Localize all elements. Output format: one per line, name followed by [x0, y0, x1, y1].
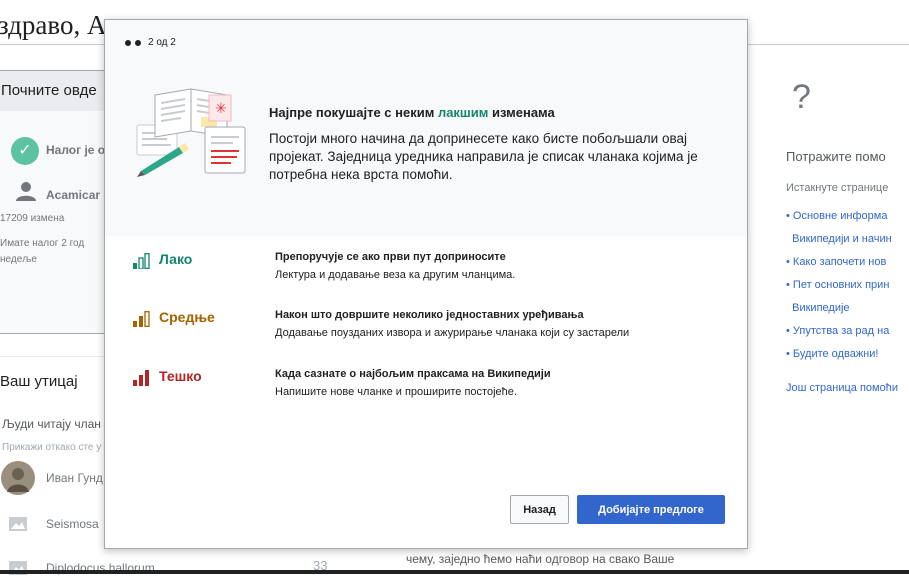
- step-dot: [125, 39, 131, 46]
- step-dot: [135, 39, 141, 46]
- dialog-heading: Најпре покушајте с неким лакшим изменама: [269, 105, 555, 120]
- help-question-icon: ?: [792, 78, 811, 116]
- step-text: 2 од 2: [148, 37, 176, 48]
- user-name[interactable]: Acamicar: [46, 188, 100, 202]
- help-link[interactable]: Википедије: [786, 297, 909, 320]
- help-link[interactable]: • Како започети нов: [786, 251, 909, 274]
- dialog-body: Постоји много начина да допринесете како…: [269, 131, 698, 182]
- mentor-text: чему, заједно ћемо наћи одговор на свако…: [406, 552, 675, 566]
- get-suggestions-button[interactable]: Добијајте предлоге: [577, 495, 725, 524]
- svg-text:✳: ✳: [215, 101, 227, 117]
- user-icon: [16, 182, 36, 201]
- difficulty-medium-icon: [133, 311, 150, 327]
- back-button[interactable]: Назад: [510, 495, 569, 524]
- show-since-text[interactable]: Прикажи откако сте у: [2, 442, 101, 453]
- list-item[interactable]: Diplodocus hallorum: [0, 556, 155, 580]
- difficulty-description: Лектура и додавање веза ка другим чланци…: [275, 269, 516, 281]
- help-link[interactable]: • Пет основних прин: [786, 274, 909, 297]
- difficulty-label: Лако: [159, 251, 193, 267]
- portrait-thumbnail: [0, 460, 36, 496]
- difficulty-description: Додавање поузданих извора и ажурирање чл…: [275, 327, 630, 339]
- article-name: Иван Гунд: [46, 471, 103, 485]
- bottom-bar: [0, 570, 909, 574]
- help-subtitle: Истакнуте страницe: [786, 182, 889, 194]
- difficulty-title: Када сазнате о најбољим праксама на Вики…: [275, 368, 551, 380]
- help-link[interactable]: • Основне информа: [786, 205, 909, 228]
- account-status: Налог је о: [46, 143, 106, 157]
- account-age: Имате налог 2 год недеље: [0, 238, 85, 265]
- help-link[interactable]: Википедији и начин: [786, 228, 909, 251]
- image-icon: [0, 506, 36, 542]
- image-icon: [0, 550, 36, 586]
- editing-illustration-icon: ✳: [136, 88, 246, 177]
- difficulty-hard-icon: [133, 370, 149, 386]
- help-links: • Основне информа Википедији и начин • К…: [786, 205, 909, 366]
- help-link[interactable]: • Будите одважни!: [786, 343, 909, 366]
- step-indicator: 2 од 2: [125, 37, 176, 48]
- readers-text: Људи читају члан: [2, 417, 101, 431]
- difficulty-description: Напишите нове чланке и проширите постоје…: [275, 386, 517, 398]
- help-link[interactable]: • Упутства за рад на: [786, 320, 909, 343]
- list-item[interactable]: Иван Гунд: [0, 461, 103, 495]
- difficulty-easy-icon: [133, 253, 150, 269]
- heading-accent: лакшим: [437, 105, 489, 120]
- help-title: Потражите помо: [786, 149, 886, 164]
- start-card-title: Почните овде: [0, 71, 121, 111]
- difficulty-title: Препоручује се ако први пут доприносите: [275, 251, 506, 263]
- check-icon: ✓: [11, 137, 39, 165]
- difficulty-label: Тешко: [159, 368, 202, 384]
- list-item[interactable]: Seismosa: [0, 512, 99, 536]
- greeting-heading: здраво, Ac: [0, 10, 119, 40]
- more-help-link[interactable]: Још страница помоћи: [786, 382, 898, 394]
- impact-title: Ваш утицај: [0, 373, 78, 390]
- onboarding-dialog: 2 од 2 ✳ Најпре покушајте с неким лакшим…: [104, 19, 748, 549]
- difficulty-title: Након што довршите неколико једноставних…: [275, 309, 584, 321]
- difficulty-label: Средње: [159, 309, 215, 325]
- article-name: Seismosa: [46, 517, 99, 531]
- edit-count: 17209 измена: [0, 213, 65, 224]
